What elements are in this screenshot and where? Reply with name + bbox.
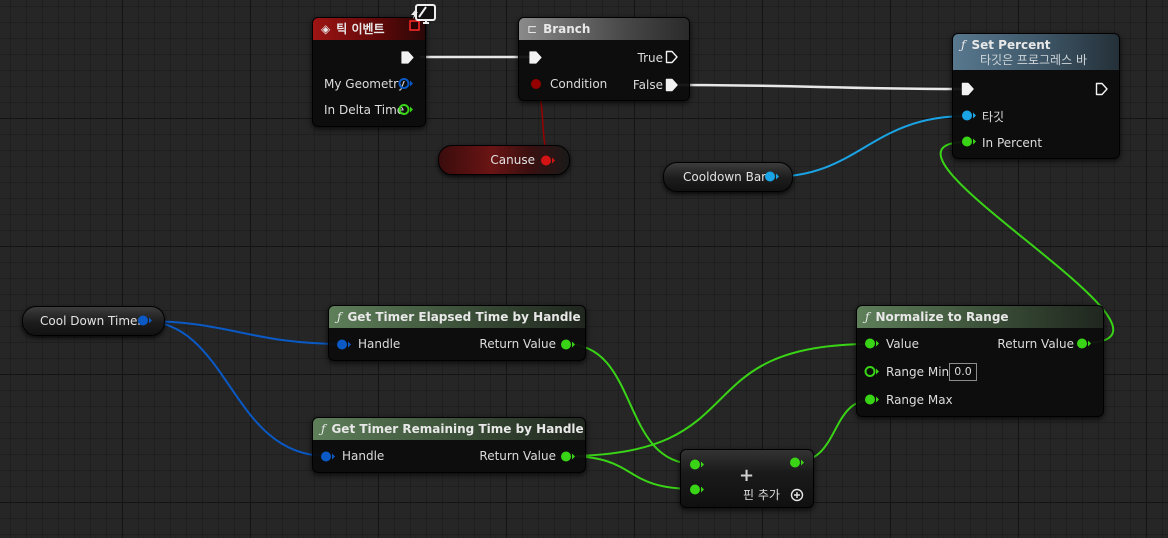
value-label: Value	[886, 337, 919, 351]
get-elapsed-time-node[interactable]: ƒ Get Timer Elapsed Time by Handle Handle…	[328, 305, 586, 361]
range-max-label: Range Max	[886, 393, 953, 407]
branch-icon: ⊏	[527, 22, 538, 36]
set-percent-exec-in-pin[interactable]	[961, 82, 975, 96]
range-min-label: Range Min	[886, 365, 950, 379]
in-delta-time-label: In Delta Time	[324, 103, 405, 117]
in-percent-label: In Percent	[982, 136, 1043, 150]
condition-pin[interactable]	[530, 78, 542, 90]
set-percent-node[interactable]: ƒ Set Percent 타깃은 프로그레스 바 타깃 In Percent	[952, 33, 1120, 159]
tick-event-title: 틱 이벤트	[336, 22, 385, 36]
get-remaining-time-header[interactable]: ƒ Get Timer Remaining Time by Handle	[313, 418, 585, 440]
elapsed-return-value-pin[interactable]	[560, 338, 576, 351]
range-min-pin[interactable]	[864, 365, 880, 378]
function-icon: ƒ	[865, 310, 870, 324]
branch-exec-in-pin[interactable]	[529, 51, 543, 64]
true-label: True	[637, 51, 664, 65]
set-percent-header[interactable]: ƒ Set Percent 타깃은 프로그레스 바	[953, 34, 1119, 70]
get-remaining-time-title: Get Timer Remaining Time by Handle	[331, 422, 584, 436]
elapsed-handle-pin[interactable]	[336, 338, 352, 351]
branch-header[interactable]: ⊏ Branch	[519, 18, 689, 40]
function-icon: ƒ	[337, 310, 342, 324]
normalize-return-value-pin[interactable]	[1076, 337, 1092, 350]
remaining-return-value-pin[interactable]	[560, 450, 576, 463]
get-elapsed-time-title: Get Timer Elapsed Time by Handle	[347, 310, 581, 324]
my-geometry-label: My Geometry	[324, 77, 406, 91]
cool-down-timer-label: Cool Down Timer	[40, 314, 143, 328]
get-remaining-time-node[interactable]: ƒ Get Timer Remaining Time by Handle Hand…	[312, 417, 586, 473]
function-icon: ƒ	[321, 422, 326, 436]
normalize-to-range-node[interactable]: ƒ Normalize to Range Value Range Min Rang…	[856, 305, 1104, 417]
my-geometry-pin[interactable]	[398, 77, 414, 90]
canuse-output-pin[interactable]	[540, 154, 556, 167]
add-pin-plus-icon[interactable]	[790, 488, 804, 502]
branch-title: Branch	[543, 22, 591, 36]
get-elapsed-time-header[interactable]: ƒ Get Timer Elapsed Time by Handle	[329, 306, 585, 328]
set-percent-title: Set Percent	[971, 38, 1051, 52]
float-wire-remaining-value	[565, 343, 872, 457]
in-delta-time-pin[interactable]	[398, 103, 414, 116]
add-pin-label[interactable]: 핀 추가	[743, 488, 780, 502]
range-max-pin[interactable]	[864, 393, 880, 406]
target-label: 타깃	[982, 110, 1005, 124]
false-exec-pin[interactable]	[665, 78, 679, 92]
event-diamond-icon: ◈	[321, 22, 331, 36]
tick-exec-out-pin[interactable]	[401, 51, 415, 64]
remaining-handle-label: Handle	[342, 449, 385, 463]
normalize-to-range-title: Normalize to Range	[875, 310, 1009, 324]
cooldown-bar-output-pin[interactable]	[764, 170, 780, 183]
cool-down-timer-output-pin[interactable]	[137, 314, 153, 327]
condition-label: Condition	[550, 77, 608, 91]
client-monitor-icon	[411, 4, 436, 24]
value-pin[interactable]	[864, 337, 880, 350]
normalize-to-range-header[interactable]: ƒ Normalize to Range	[857, 306, 1103, 328]
canuse-label: Canuse	[490, 153, 535, 167]
function-icon: ƒ	[961, 38, 966, 52]
add-output-pin[interactable]	[789, 456, 805, 469]
in-percent-pin[interactable]	[961, 135, 977, 148]
true-exec-pin[interactable]	[665, 50, 679, 64]
object-wire-cooldownbar-target	[770, 115, 968, 178]
target-pin[interactable]	[961, 109, 977, 122]
exec-wire-false-setpercent	[677, 83, 963, 91]
remaining-return-value-label: Return Value	[479, 449, 556, 463]
cooldown-bar-label: Cooldown Bar	[683, 170, 767, 184]
remaining-handle-pin[interactable]	[320, 450, 336, 463]
set-percent-subtitle: 타깃은 프로그레스 바	[980, 53, 1087, 67]
add-operator-symbol: +	[739, 465, 755, 486]
handle-wire-timer-elapsed	[142, 320, 344, 345]
elapsed-handle-label: Handle	[358, 337, 401, 351]
add-input-a-pin[interactable]	[689, 458, 705, 471]
normalize-return-value-label: Return Value	[997, 337, 1074, 351]
false-label: False	[632, 78, 663, 92]
elapsed-return-value-label: Return Value	[479, 337, 556, 351]
range-min-input[interactable]: 0.0	[949, 363, 977, 381]
add-input-b-pin[interactable]	[689, 483, 705, 496]
set-percent-exec-out-pin[interactable]	[1095, 82, 1109, 96]
